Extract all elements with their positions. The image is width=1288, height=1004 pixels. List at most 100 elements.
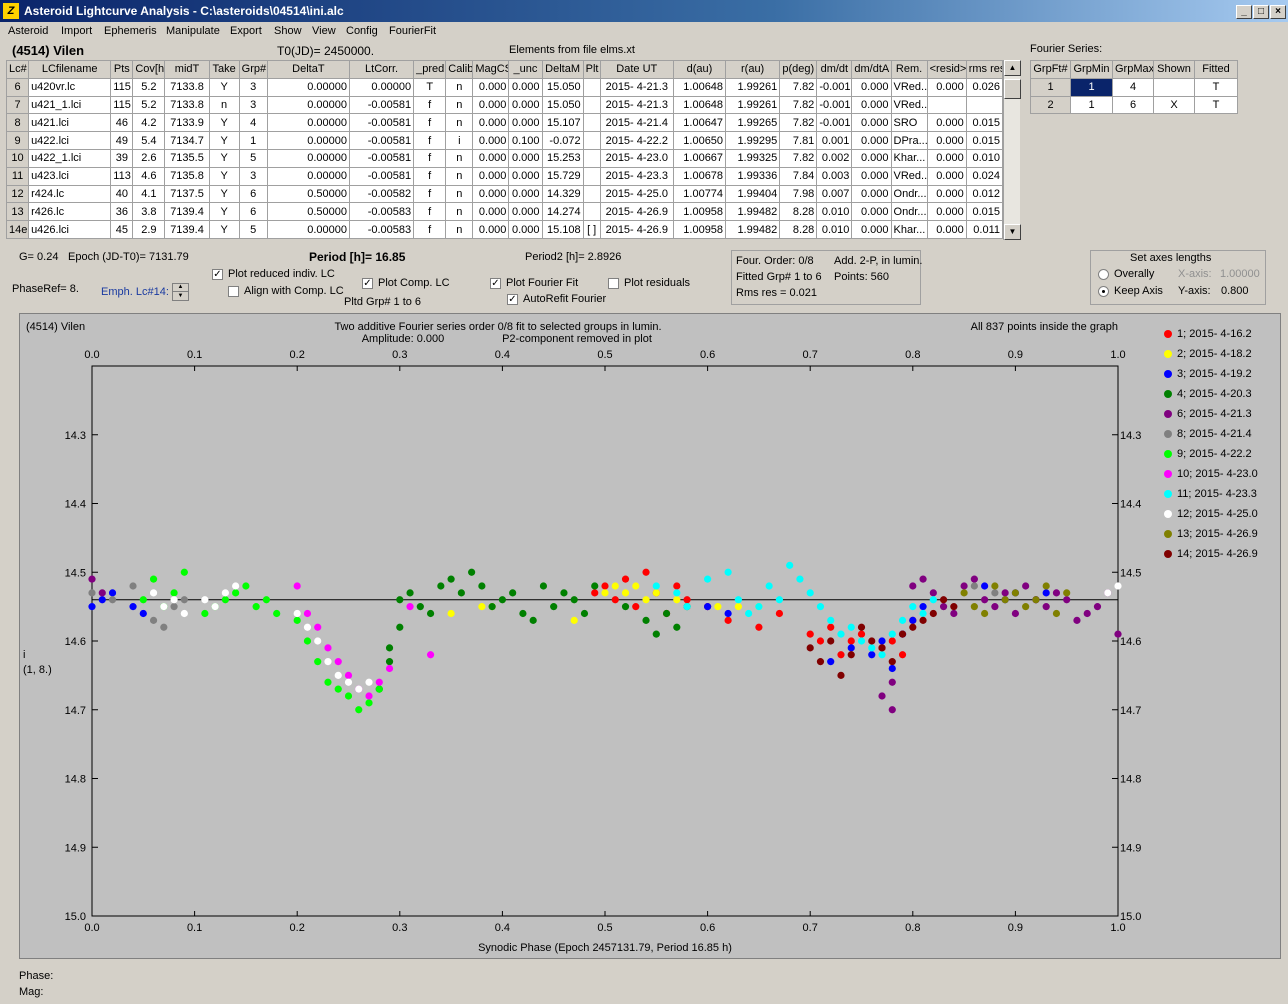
table-cell[interactable]: n xyxy=(445,95,474,115)
table-cell[interactable]: 0.000 xyxy=(926,77,967,97)
fourier-cell[interactable]: T xyxy=(1194,95,1238,115)
table-cell[interactable]: 0.50000 xyxy=(266,202,350,222)
table-cell[interactable] xyxy=(582,184,601,204)
table-row[interactable]: 6 u420vr.lc 115 5.2 7133.8 Y 3 0.00000 0.00000 Tn… xyxy=(5,77,1004,97)
table-cell[interactable]: 0.000 xyxy=(508,202,543,222)
table-cell[interactable] xyxy=(582,166,601,186)
table-cell[interactable]: 5.2 xyxy=(132,77,166,97)
table-cell[interactable]: 2015- 4-22.2 xyxy=(599,131,674,150)
table-cell[interactable]: 0.000 xyxy=(472,166,510,186)
lc-col-header[interactable]: r(au) xyxy=(725,60,781,79)
table-cell[interactable]: Khar... xyxy=(890,148,928,168)
lc-col-header[interactable]: <resid> xyxy=(926,60,967,79)
table-cell[interactable]: 0.000 xyxy=(926,148,967,168)
table-cell[interactable]: VRed... xyxy=(890,77,928,97)
table-cell[interactable]: 1 xyxy=(238,131,268,150)
fourier-cell[interactable]: 1 xyxy=(1070,77,1113,97)
table-cell[interactable]: r424.lc xyxy=(28,184,112,204)
table-cell[interactable]: 7.81 xyxy=(779,131,818,150)
lc-col-header[interactable]: Pts xyxy=(110,60,134,79)
table-cell[interactable]: -0.00583 xyxy=(348,220,415,239)
table-cell[interactable]: i xyxy=(445,131,474,150)
table-cell[interactable]: 1.00648 xyxy=(672,95,727,115)
lightcurve-table[interactable]: Lc# LCfilename Pts Cov[h] midT Take Grp# DeltaT… xyxy=(5,60,1004,239)
fourier-cell[interactable]: X xyxy=(1153,95,1195,115)
table-cell[interactable]: 15.729 xyxy=(541,166,584,186)
table-row[interactable]: 8 u421.lci 46 4.2 7133.9 Y 4 0.00000 -0.00581 f n 0… xyxy=(5,113,1004,133)
table-cell[interactable]: 49 xyxy=(110,131,134,150)
table-cell[interactable]: 14.274 xyxy=(541,202,584,222)
fourier-col-header[interactable]: Shown xyxy=(1153,60,1195,79)
table-cell[interactable] xyxy=(582,202,601,222)
lc-col-header[interactable]: dm/dtA xyxy=(851,60,892,79)
lc-col-header[interactable]: d(au) xyxy=(672,60,727,79)
table-cell[interactable]: u421.lci xyxy=(28,113,112,133)
table-cell[interactable]: 15.050 xyxy=(541,95,584,115)
table-cell[interactable]: 5 xyxy=(238,220,268,239)
table-cell[interactable]: 0.000 xyxy=(472,202,510,222)
table-cell[interactable]: 2015- 4-21.3 xyxy=(599,77,674,97)
table-cell[interactable]: 0.000 xyxy=(926,202,967,222)
table-cell[interactable]: 8.28 xyxy=(779,220,818,239)
table-cell[interactable]: 1.00647 xyxy=(672,113,727,133)
table-cell[interactable]: 7135.8 xyxy=(164,166,210,186)
table-cell[interactable]: 0.000 xyxy=(926,220,967,239)
xaxis-value[interactable]: 1.00000 xyxy=(1220,268,1260,280)
table-cell[interactable]: 0.100 xyxy=(508,131,543,150)
table-cell[interactable]: 36 xyxy=(110,202,134,222)
table-cell[interactable]: 2015- 4-23.0 xyxy=(599,148,674,168)
lc-col-header[interactable]: midT xyxy=(164,60,210,79)
table-cell[interactable]: 1.00667 xyxy=(672,148,727,168)
table-cell[interactable]: n xyxy=(445,184,474,204)
table-cell[interactable]: 7.82 xyxy=(779,113,818,133)
table-cell[interactable]: 0.000 xyxy=(472,148,510,168)
table-cell[interactable]: -0.00581 xyxy=(348,131,415,150)
table-cell[interactable]: f xyxy=(413,148,447,168)
table-cell[interactable]: 0.000 xyxy=(472,113,510,133)
table-cell[interactable]: 0.000 xyxy=(508,148,543,168)
table-cell[interactable]: -0.00582 xyxy=(348,184,415,204)
table-cell[interactable]: 0.000 xyxy=(851,184,892,204)
lc-col-header[interactable]: DeltaM xyxy=(541,60,584,79)
table-cell[interactable] xyxy=(965,95,1004,115)
table-cell[interactable]: 1.00774 xyxy=(672,184,727,204)
table-cell[interactable]: Khar... xyxy=(890,220,928,239)
table-cell[interactable]: 7134.7 xyxy=(164,131,210,150)
table-cell[interactable]: 0.00000 xyxy=(266,113,350,133)
table-cell[interactable]: 0.00000 xyxy=(348,77,415,97)
lightcurve-chart[interactable]: 0.0 0.0 0.1 0.1 0.2 0.2 0.3 0.3 0.4 0.4 0.5 0.5 0.6 0… xyxy=(20,314,1282,960)
table-cell[interactable]: 0.000 xyxy=(508,166,543,186)
table-cell[interactable]: 1.99482 xyxy=(725,220,781,239)
table-cell[interactable]: 5.4 xyxy=(132,131,166,150)
table-cell[interactable]: 0.000 xyxy=(851,148,892,168)
lc-col-header[interactable]: Cov[h] xyxy=(132,60,166,79)
table-cell[interactable]: 0.012 xyxy=(965,184,1004,204)
table-cell[interactable]: n xyxy=(445,113,474,133)
table-cell[interactable]: 6 xyxy=(238,184,268,204)
table-cell[interactable]: 1.00958 xyxy=(672,202,727,222)
table-cell[interactable]: Y xyxy=(208,166,240,186)
table-cell[interactable]: Y xyxy=(208,113,240,133)
table-cell[interactable]: 14e xyxy=(5,220,30,239)
table-cell[interactable]: 0.015 xyxy=(965,202,1004,222)
table-cell[interactable]: -0.072 xyxy=(541,131,584,150)
lc-col-header[interactable]: dm/dt xyxy=(816,60,853,79)
table-cell[interactable]: 1.00648 xyxy=(672,77,727,97)
table-cell[interactable]: 2.9 xyxy=(132,220,166,239)
table-cell[interactable]: 4.6 xyxy=(132,166,166,186)
table-cell[interactable]: 0.000 xyxy=(472,184,510,204)
table-cell[interactable]: 0.00000 xyxy=(266,148,350,168)
table-cell[interactable]: 0.010 xyxy=(816,202,853,222)
table-cell[interactable]: 0.000 xyxy=(851,77,892,97)
table-cell[interactable]: VRed... xyxy=(890,95,928,115)
table-cell[interactable]: 0.024 xyxy=(965,166,1004,186)
table-cell[interactable]: 3.8 xyxy=(132,202,166,222)
align-checkbox[interactable]: Align with Comp. LC xyxy=(228,285,344,297)
table-cell[interactable]: 45 xyxy=(110,220,134,239)
plot-residuals-checkbox[interactable]: Plot residuals xyxy=(608,277,690,289)
table-cell[interactable]: f xyxy=(413,184,447,204)
table-cell[interactable]: 0.007 xyxy=(816,184,853,204)
period2-value[interactable]: Period2 [h]= 2.8926 xyxy=(525,251,621,263)
table-cell[interactable]: 0.000 xyxy=(508,184,543,204)
lc-col-header[interactable]: p(deg) xyxy=(779,60,818,79)
